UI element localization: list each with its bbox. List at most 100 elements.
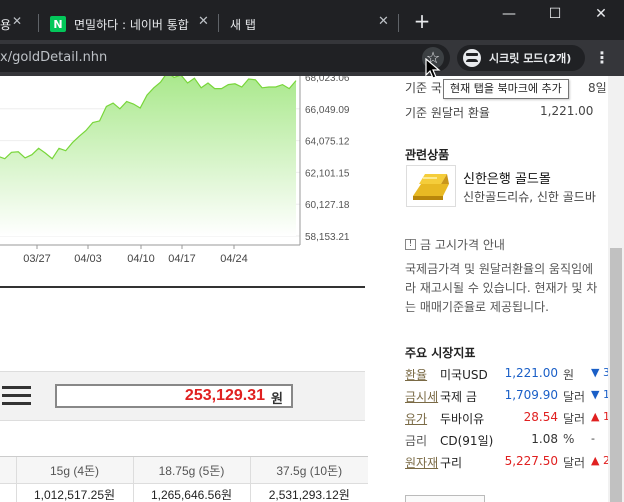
chart-y-tick-label: 66,049.09 [305,105,350,116]
market-name: 구리 [440,456,463,470]
tab-new-tab[interactable]: 새 탭 [230,8,380,40]
market-value: 1.08 [531,432,558,446]
market-name: 미국USD [440,368,488,382]
incognito-icon [463,49,481,67]
scrollbar-thumb[interactable] [610,248,622,502]
url-text[interactable]: x/goldDetail.nhn [0,50,107,65]
tab-separator [398,14,399,32]
incognito-badge[interactable]: 시크릿 모드(2개) [457,45,585,71]
notice-title: ! 금 고시가격 안내 [405,236,505,253]
product-name-link[interactable]: 신한은행 골드몰 [463,168,551,187]
browser-toolbar: x/goldDetail.nhn ☆ 시크릿 모드(2개) ⋮ [0,40,624,76]
browser-menu-button[interactable]: ⋮ [594,48,610,68]
base-row-value: 8일 [588,81,607,95]
market-category-link[interactable]: 환율 [405,366,427,383]
gold-bar-image[interactable] [406,165,456,207]
new-tab-button[interactable]: + [410,10,434,34]
naver-favicon-icon: N [50,16,66,32]
chart-x-tick-label: 04/17 [168,253,196,265]
market-change: ▼ 11 [591,388,608,401]
minimize-button[interactable]: — [486,2,532,30]
product-subtitle[interactable]: 신한골드리슈, 신한 골드바 [463,188,596,205]
market-value: 5,227.50 [504,454,558,468]
market-change: ▲ 28 [591,454,608,467]
bookmark-tooltip: 현재 탭을 북마크에 추가 [443,79,569,99]
table-header: 37.5g (10돈) [249,456,368,484]
tab-title: 면밀하다 : 네이버 통합 [74,17,189,32]
chart-x-tick-label: 03/27 [23,253,51,265]
table-cell: 2,531,293.12원 [249,483,368,502]
calculator-bar: 253,129.31 원 [0,371,365,421]
close-window-button[interactable]: ✕ [578,2,624,30]
exclamation-icon: ! [405,239,416,250]
calculator-result-field[interactable]: 253,129.31 원 [55,384,293,408]
chart-area [0,76,296,236]
close-icon[interactable]: ✕ [12,14,22,28]
market-unit: 달러 [563,412,586,426]
close-icon[interactable]: ✕ [378,14,389,29]
market-value: 28.54 [523,410,558,424]
market-name: 국제 금 [440,390,477,404]
close-icon[interactable]: ✕ [198,14,209,29]
market-category-link[interactable]: 유가 [405,410,427,427]
calculator-result-unit: 원 [271,391,283,406]
market-value: 1,221.00 [504,366,558,380]
market-name: 두바이유 [440,412,485,426]
market-category-link[interactable]: 원자재 [405,454,438,471]
tab-separator [38,14,39,32]
menu-icon[interactable] [2,386,31,405]
market-category-link[interactable]: 금시세 [405,388,438,405]
market-value: 1,709.90 [504,388,558,402]
market-row: 금시세 국제 금 1,709.90 달러 ▼ 11 [405,388,608,408]
market-unit: 달러 [563,390,586,404]
tab-naver[interactable]: N 면밀하다 : 네이버 통합 [50,8,200,40]
market-row: 금리 CD(91일) 1.08 % - [405,432,608,452]
page-scrollbar[interactable] [608,76,624,502]
chart-x-tick-label: 04/03 [74,253,102,265]
right-panel: 기준 국 8일 기준 원달러 환율 1,221.00 관련상품 신한은행 골드몰… [400,76,608,502]
notice-line: 라 재고시될 수 있습니다. 현재가 및 차 [405,281,598,295]
market-category: 금리 [405,434,428,448]
gold-price-chart: 68,023.06 66,049.09 64,075.12 62,101.15 60,1… [0,76,350,265]
market-row: 환율 미국USD 1,221.00 원 ▼ 3 [405,366,608,386]
table-header: 18.75g (5돈) [132,456,250,484]
table-header: 15g (4돈) [15,456,133,484]
notice-body: 국제금가격 및 원달러환율의 움직임에 라 재고시될 수 있습니다. 현재가 및… [405,260,608,317]
more-button[interactable] [405,495,485,502]
market-unit: 달러 [563,456,586,470]
market-row: 원자재 구리 5,227.50 달러 ▲ 28 [405,454,608,474]
tab-title: 새 탭 [230,17,256,32]
market-change: ▲ 1 [591,410,608,423]
page-content: 68,023.06 66,049.09 64,075.12 62,101.15 60,1… [0,76,624,502]
table-cell: 1,265,646.56원 [132,483,250,502]
related-products-title: 관련상품 [405,148,450,162]
market-unit: 원 [563,368,575,382]
market-unit: % [563,432,575,446]
address-bar[interactable]: x/goldDetail.nhn ☆ [0,44,450,72]
chart-divider [0,286,365,288]
base-row: 기준 원달러 환율 1,221.00 [405,104,593,121]
notice-line: 는 매매기준율로 제공됩니다. [405,300,549,314]
mouse-cursor-icon [425,58,441,79]
table-cell [0,484,16,502]
calculator-result-value: 253,129.31 [184,387,265,404]
table-header [0,456,16,484]
base-row: 기준 국 8일 [405,79,607,96]
market-indicators-title: 주요 시장지표 [405,346,476,360]
chart-x-tick-label: 04/10 [127,253,155,265]
chart-y-tick-label: 60,127.18 [305,200,350,211]
chart-y-tick-label: 64,075.12 [305,137,350,148]
chart-y-tick-label: 68,023.06 [305,76,350,84]
market-change: - [591,432,595,445]
tab-strip: 용 ✕ N 면밀하다 : 네이버 통합 ✕ 새 탭 ✕ + — ☐ ✕ [0,0,624,40]
chart-y-tick-label: 62,101.15 [305,168,350,179]
price-table: 15g (4돈) 18.75g (5돈) 37.5g (10돈) 1,012,5… [0,456,368,502]
notice-line: 국제금가격 및 원달러환율의 움직임에 [405,262,594,276]
market-change: ▼ 3 [591,366,608,379]
tab-separator [218,14,219,32]
chart-x-tick-label: 04/24 [220,253,248,265]
maximize-button[interactable]: ☐ [532,2,578,30]
table-cell: 1,012,517.25원 [15,483,133,502]
market-name: CD(91일) [440,434,494,448]
notice-title-text: 금 고시가격 안내 [420,238,505,252]
